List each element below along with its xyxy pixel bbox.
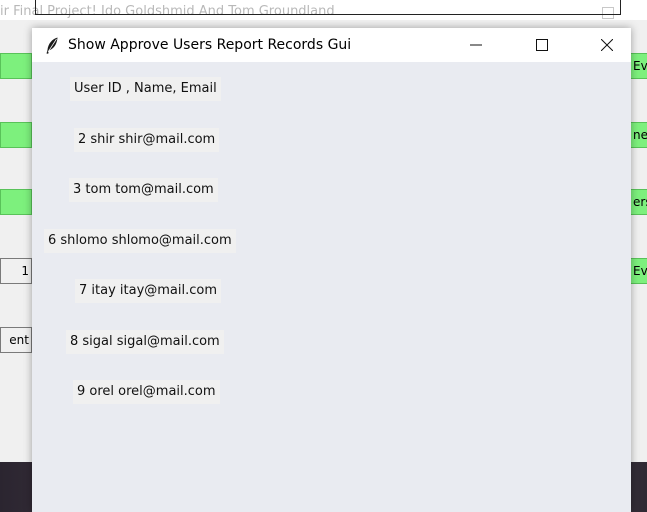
- background-left-button-4[interactable]: 1: [0, 258, 32, 284]
- maximize-button[interactable]: [519, 28, 565, 62]
- window-titlebar[interactable]: Show Approve Users Report Records Gui: [32, 28, 631, 62]
- background-left-button-3[interactable]: [0, 189, 32, 215]
- record-label: 7 itay itay@mail.com: [75, 279, 222, 303]
- close-button[interactable]: [584, 28, 630, 62]
- minimize-button[interactable]: [453, 28, 499, 62]
- record-label: 3 tom tom@mail.com: [69, 178, 218, 202]
- record-label: 8 sigal sigal@mail.com: [66, 330, 224, 354]
- background-right-button-4[interactable]: Eve: [630, 258, 647, 284]
- background-left-button-5[interactable]: ent: [0, 327, 32, 353]
- window-title: Show Approve Users Report Records Gui: [68, 37, 352, 53]
- background-left-button-1[interactable]: [0, 53, 32, 79]
- background-left-button-2[interactable]: [0, 122, 32, 148]
- background-right-button-3[interactable]: ers: [630, 189, 647, 215]
- minimize-icon: [470, 44, 482, 46]
- maximize-icon: [536, 39, 548, 51]
- focus-outline: [35, 0, 621, 15]
- records-header-label: User ID , Name, Email: [70, 77, 221, 101]
- background-right-button-1[interactable]: Ev: [630, 53, 647, 79]
- feather-icon: [46, 37, 58, 54]
- record-label: 9 orel orel@mail.com: [73, 380, 220, 404]
- record-label: 2 shir shir@mail.com: [74, 128, 220, 152]
- record-label: 6 shlomo shlomo@mail.com: [44, 229, 236, 253]
- background-right-button-2[interactable]: ne: [630, 122, 647, 148]
- report-window: Show Approve Users Report Records Gui Us…: [32, 28, 631, 512]
- close-icon: [601, 39, 613, 51]
